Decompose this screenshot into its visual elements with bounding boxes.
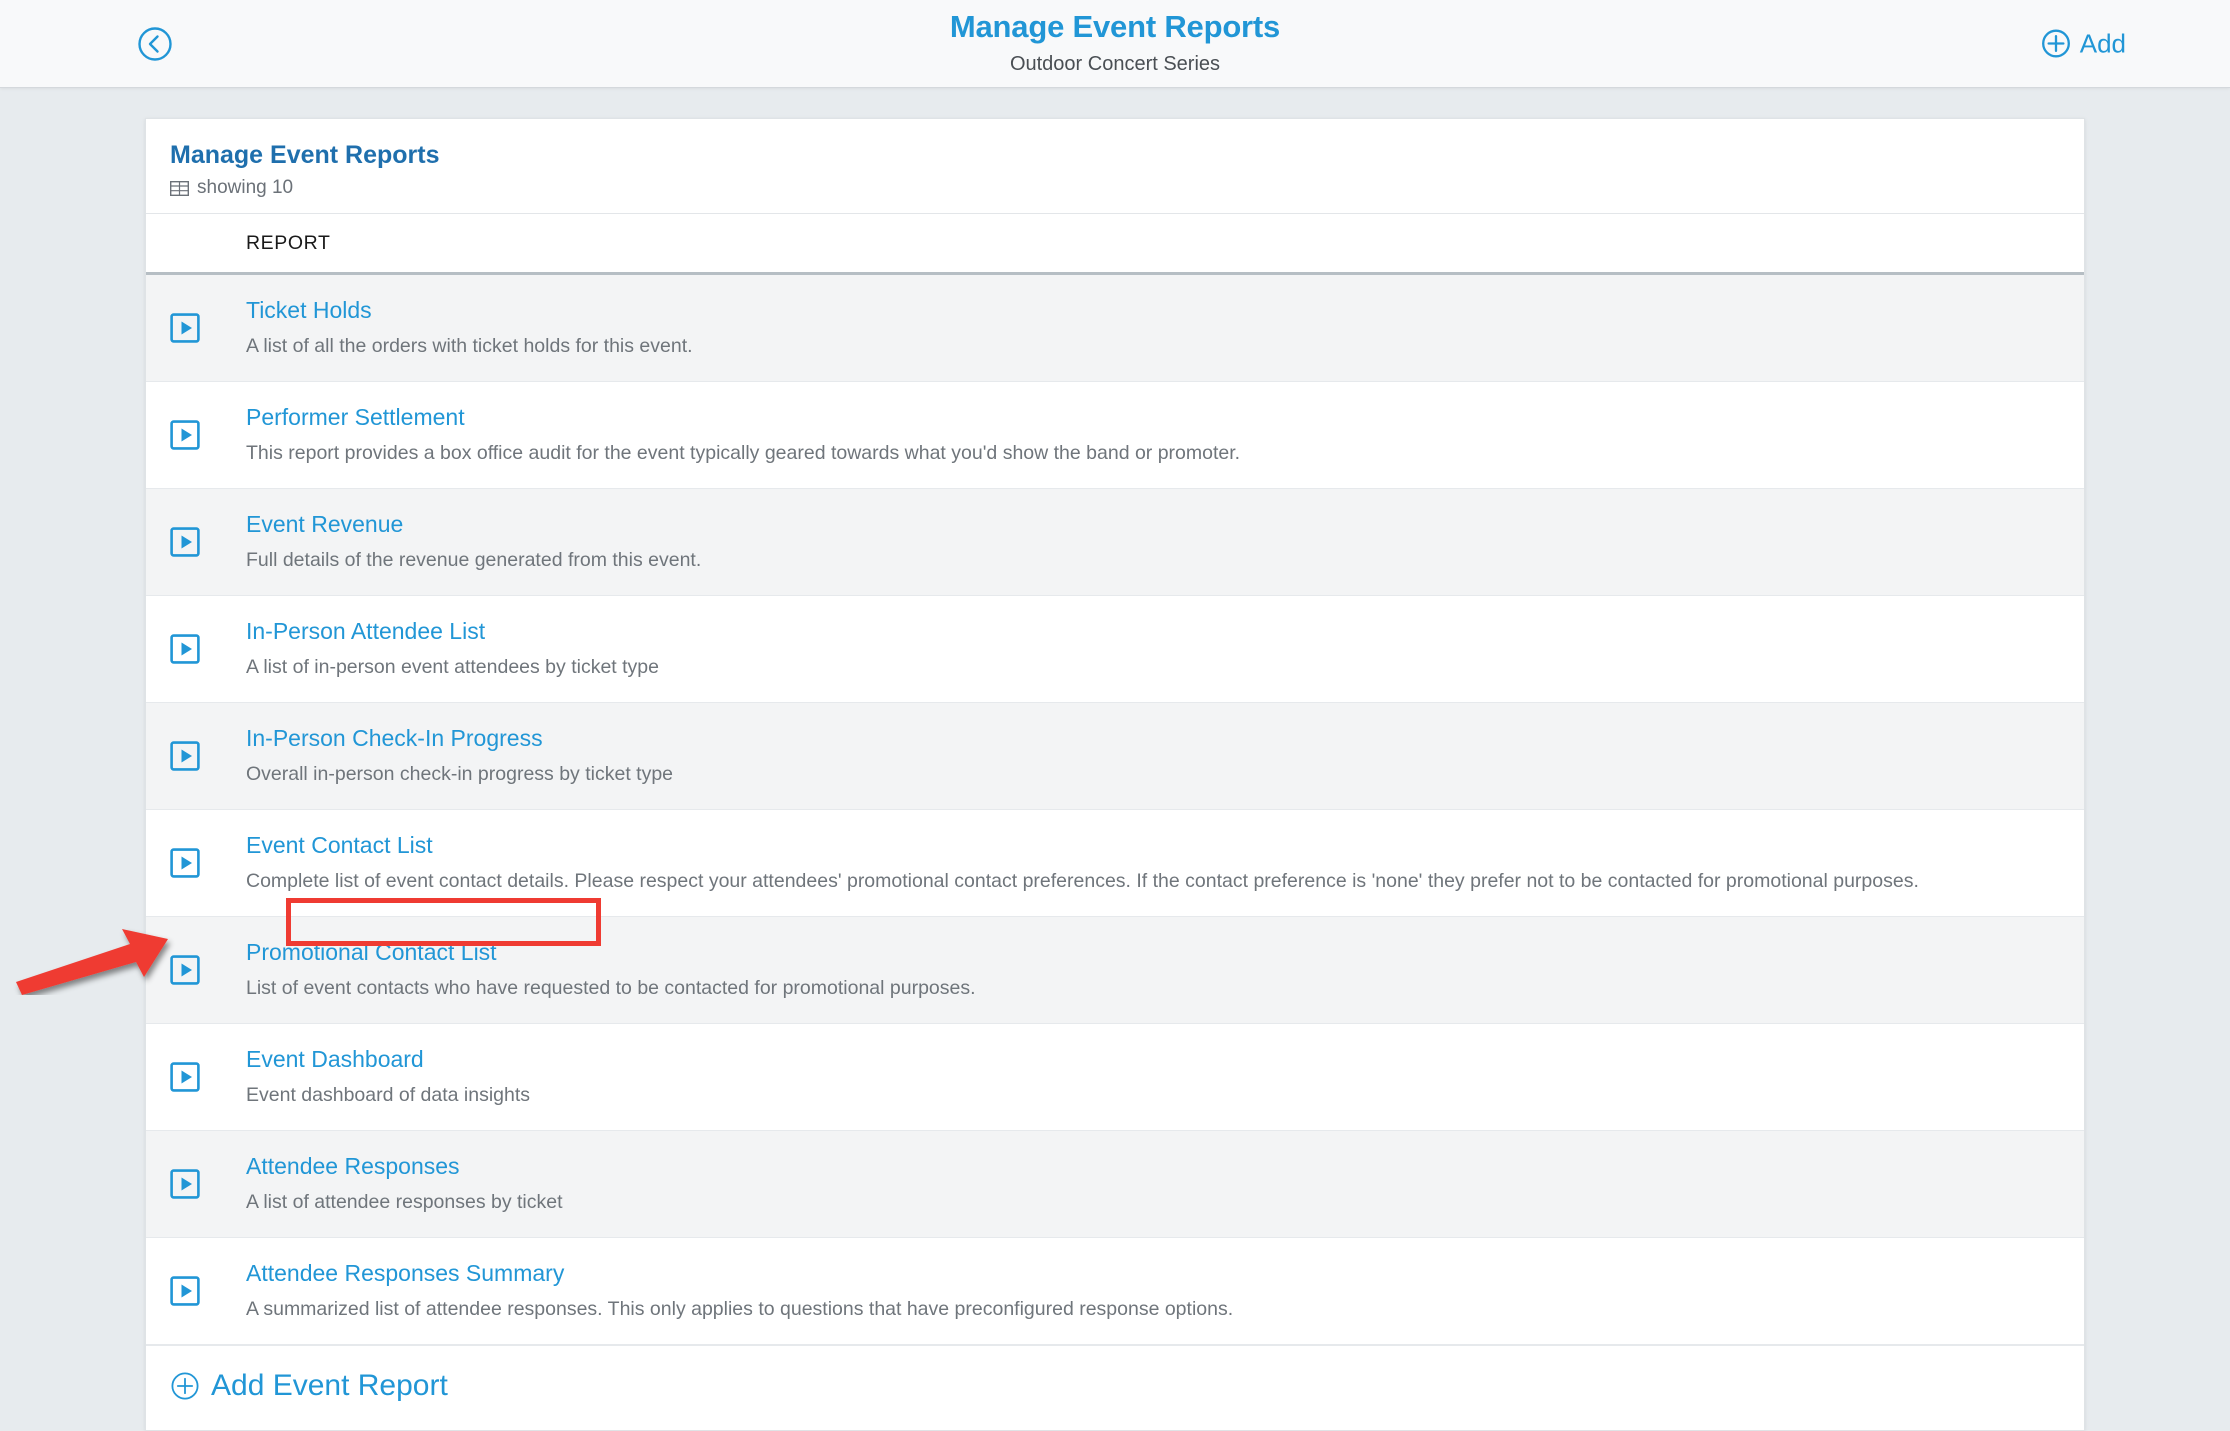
run-report-icon[interactable] bbox=[170, 741, 200, 771]
report-cell: Attendee Responses Summary A summarized l… bbox=[246, 1238, 2084, 1345]
table-header-row: REPORT bbox=[146, 214, 2084, 275]
add-button[interactable]: Add bbox=[2041, 28, 2126, 59]
report-title-link[interactable]: Event Revenue bbox=[246, 509, 403, 539]
add-event-report-label: Add Event Report bbox=[211, 1369, 448, 1402]
report-cell: Event Revenue Full details of the revenue… bbox=[246, 489, 2084, 596]
run-report-cell[interactable] bbox=[146, 810, 246, 917]
report-cell: Performer Settlement This report provides… bbox=[246, 382, 2084, 489]
plus-circle-icon bbox=[2041, 29, 2070, 58]
card-count-label: showing 10 bbox=[197, 177, 294, 198]
report-description: This report provides a box office audit … bbox=[246, 442, 1241, 464]
card-count-line: showing 10 bbox=[170, 177, 2060, 199]
page-subtitle: Outdoor Concert Series bbox=[1009, 53, 1221, 75]
report-title-link[interactable]: Ticket Holds bbox=[246, 295, 372, 325]
table-body: Ticket Holds A list of all the orders wit… bbox=[146, 273, 2084, 1345]
report-title-link[interactable]: Attendee Responses Summary bbox=[246, 1258, 564, 1288]
report-title-link[interactable]: In-Person Check-In Progress bbox=[246, 723, 543, 753]
run-report-cell[interactable] bbox=[146, 703, 246, 810]
report-cell: Ticket Holds A list of all the orders wit… bbox=[246, 274, 2084, 382]
column-header-report: REPORT bbox=[246, 214, 2084, 275]
page-title: Manage Event Reports bbox=[949, 9, 1281, 44]
run-report-icon[interactable] bbox=[170, 634, 200, 664]
card-title: Manage Event Reports bbox=[170, 141, 440, 169]
report-cell: Event Contact List Complete list of event… bbox=[246, 810, 2084, 917]
run-report-cell[interactable] bbox=[146, 274, 246, 382]
table-row[interactable]: In-Person Check-In Progress Overall in-pe… bbox=[146, 702, 2084, 810]
table-row[interactable]: Event Revenue Full details of the revenue… bbox=[146, 488, 2084, 596]
report-cell: Attendee Responses A list of attendee res… bbox=[246, 1131, 2084, 1238]
run-report-cell[interactable] bbox=[146, 1024, 246, 1131]
report-cell: In-Person Check-In Progress Overall in-pe… bbox=[246, 703, 2084, 810]
run-report-icon[interactable] bbox=[170, 1062, 200, 1092]
table-row[interactable]: Event Dashboard Event dashboard of data i… bbox=[146, 1023, 2084, 1131]
run-report-icon[interactable] bbox=[170, 848, 200, 878]
add-button-label: Add bbox=[2079, 28, 2126, 58]
table-row[interactable]: Attendee Responses Summary A summarized l… bbox=[146, 1237, 2084, 1345]
table-header: REPORT bbox=[146, 214, 2084, 275]
card-footer: Add Event Report bbox=[146, 1345, 2084, 1430]
report-title-link[interactable]: Event Contact List bbox=[246, 830, 433, 860]
report-cell: In-Person Attendee List A list of in-pers… bbox=[246, 596, 2084, 703]
table-row[interactable]: Performer Settlement This report provides… bbox=[146, 381, 2084, 489]
report-title-link[interactable]: Promotional Contact List bbox=[246, 937, 497, 967]
topbar-titles: Manage Event Reports Outdoor Concert Ser… bbox=[0, 6, 2230, 78]
run-report-cell[interactable] bbox=[146, 382, 246, 489]
column-header-run bbox=[146, 214, 246, 275]
report-description: A list of all the orders with ticket hol… bbox=[246, 335, 693, 357]
report-description: Overall in-person check-in progress by t… bbox=[246, 763, 674, 785]
report-description: A list of in-person event attendees by t… bbox=[246, 656, 659, 678]
run-report-cell[interactable] bbox=[146, 917, 246, 1024]
report-description: A summarized list of attendee responses.… bbox=[246, 1298, 1234, 1320]
run-report-cell[interactable] bbox=[146, 489, 246, 596]
report-description: Full details of the revenue generated fr… bbox=[246, 549, 702, 571]
table-row[interactable]: Attendee Responses A list of attendee res… bbox=[146, 1130, 2084, 1238]
report-description: List of event contacts who have requeste… bbox=[246, 977, 976, 999]
table-row[interactable]: Ticket Holds A list of all the orders wit… bbox=[146, 273, 2084, 382]
reports-table: REPORT Ticket Holds A list of all the ord… bbox=[146, 214, 2084, 1345]
report-title-link[interactable]: Attendee Responses bbox=[246, 1151, 460, 1181]
top-navigation-bar: Manage Event Reports Outdoor Concert Ser… bbox=[0, 0, 2230, 88]
run-report-icon[interactable] bbox=[170, 1169, 200, 1199]
run-report-cell[interactable] bbox=[146, 1238, 246, 1345]
run-report-cell[interactable] bbox=[146, 596, 246, 703]
table-grid-icon bbox=[170, 180, 189, 196]
table-row[interactable]: In-Person Attendee List A list of in-pers… bbox=[146, 595, 2084, 703]
run-report-icon[interactable] bbox=[170, 420, 200, 450]
run-report-icon[interactable] bbox=[170, 527, 200, 557]
report-cell: Event Dashboard Event dashboard of data i… bbox=[246, 1024, 2084, 1131]
report-description: Complete list of event contact details. … bbox=[246, 870, 1919, 892]
report-description: A list of attendee responses by ticket bbox=[246, 1191, 563, 1213]
report-title-link[interactable]: Event Dashboard bbox=[246, 1044, 424, 1074]
add-event-report-button[interactable]: Add Event Report bbox=[170, 1368, 448, 1404]
reports-card: Manage Event Reports showing 10 REPORT T… bbox=[145, 118, 2085, 1431]
report-description: Event dashboard of data insights bbox=[246, 1084, 531, 1106]
plus-circle-icon bbox=[171, 1372, 199, 1400]
report-cell: Promotional Contact List List of event co… bbox=[246, 917, 2084, 1024]
run-report-icon[interactable] bbox=[170, 313, 200, 343]
report-title-link[interactable]: Performer Settlement bbox=[246, 402, 465, 432]
run-report-icon[interactable] bbox=[170, 955, 200, 985]
run-report-icon[interactable] bbox=[170, 1276, 200, 1306]
report-title-link[interactable]: In-Person Attendee List bbox=[246, 616, 485, 646]
table-row[interactable]: Event Contact List Complete list of event… bbox=[146, 809, 2084, 917]
run-report-cell[interactable] bbox=[146, 1131, 246, 1238]
table-row[interactable]: Promotional Contact List List of event co… bbox=[146, 916, 2084, 1024]
card-header: Manage Event Reports showing 10 bbox=[146, 119, 2084, 214]
